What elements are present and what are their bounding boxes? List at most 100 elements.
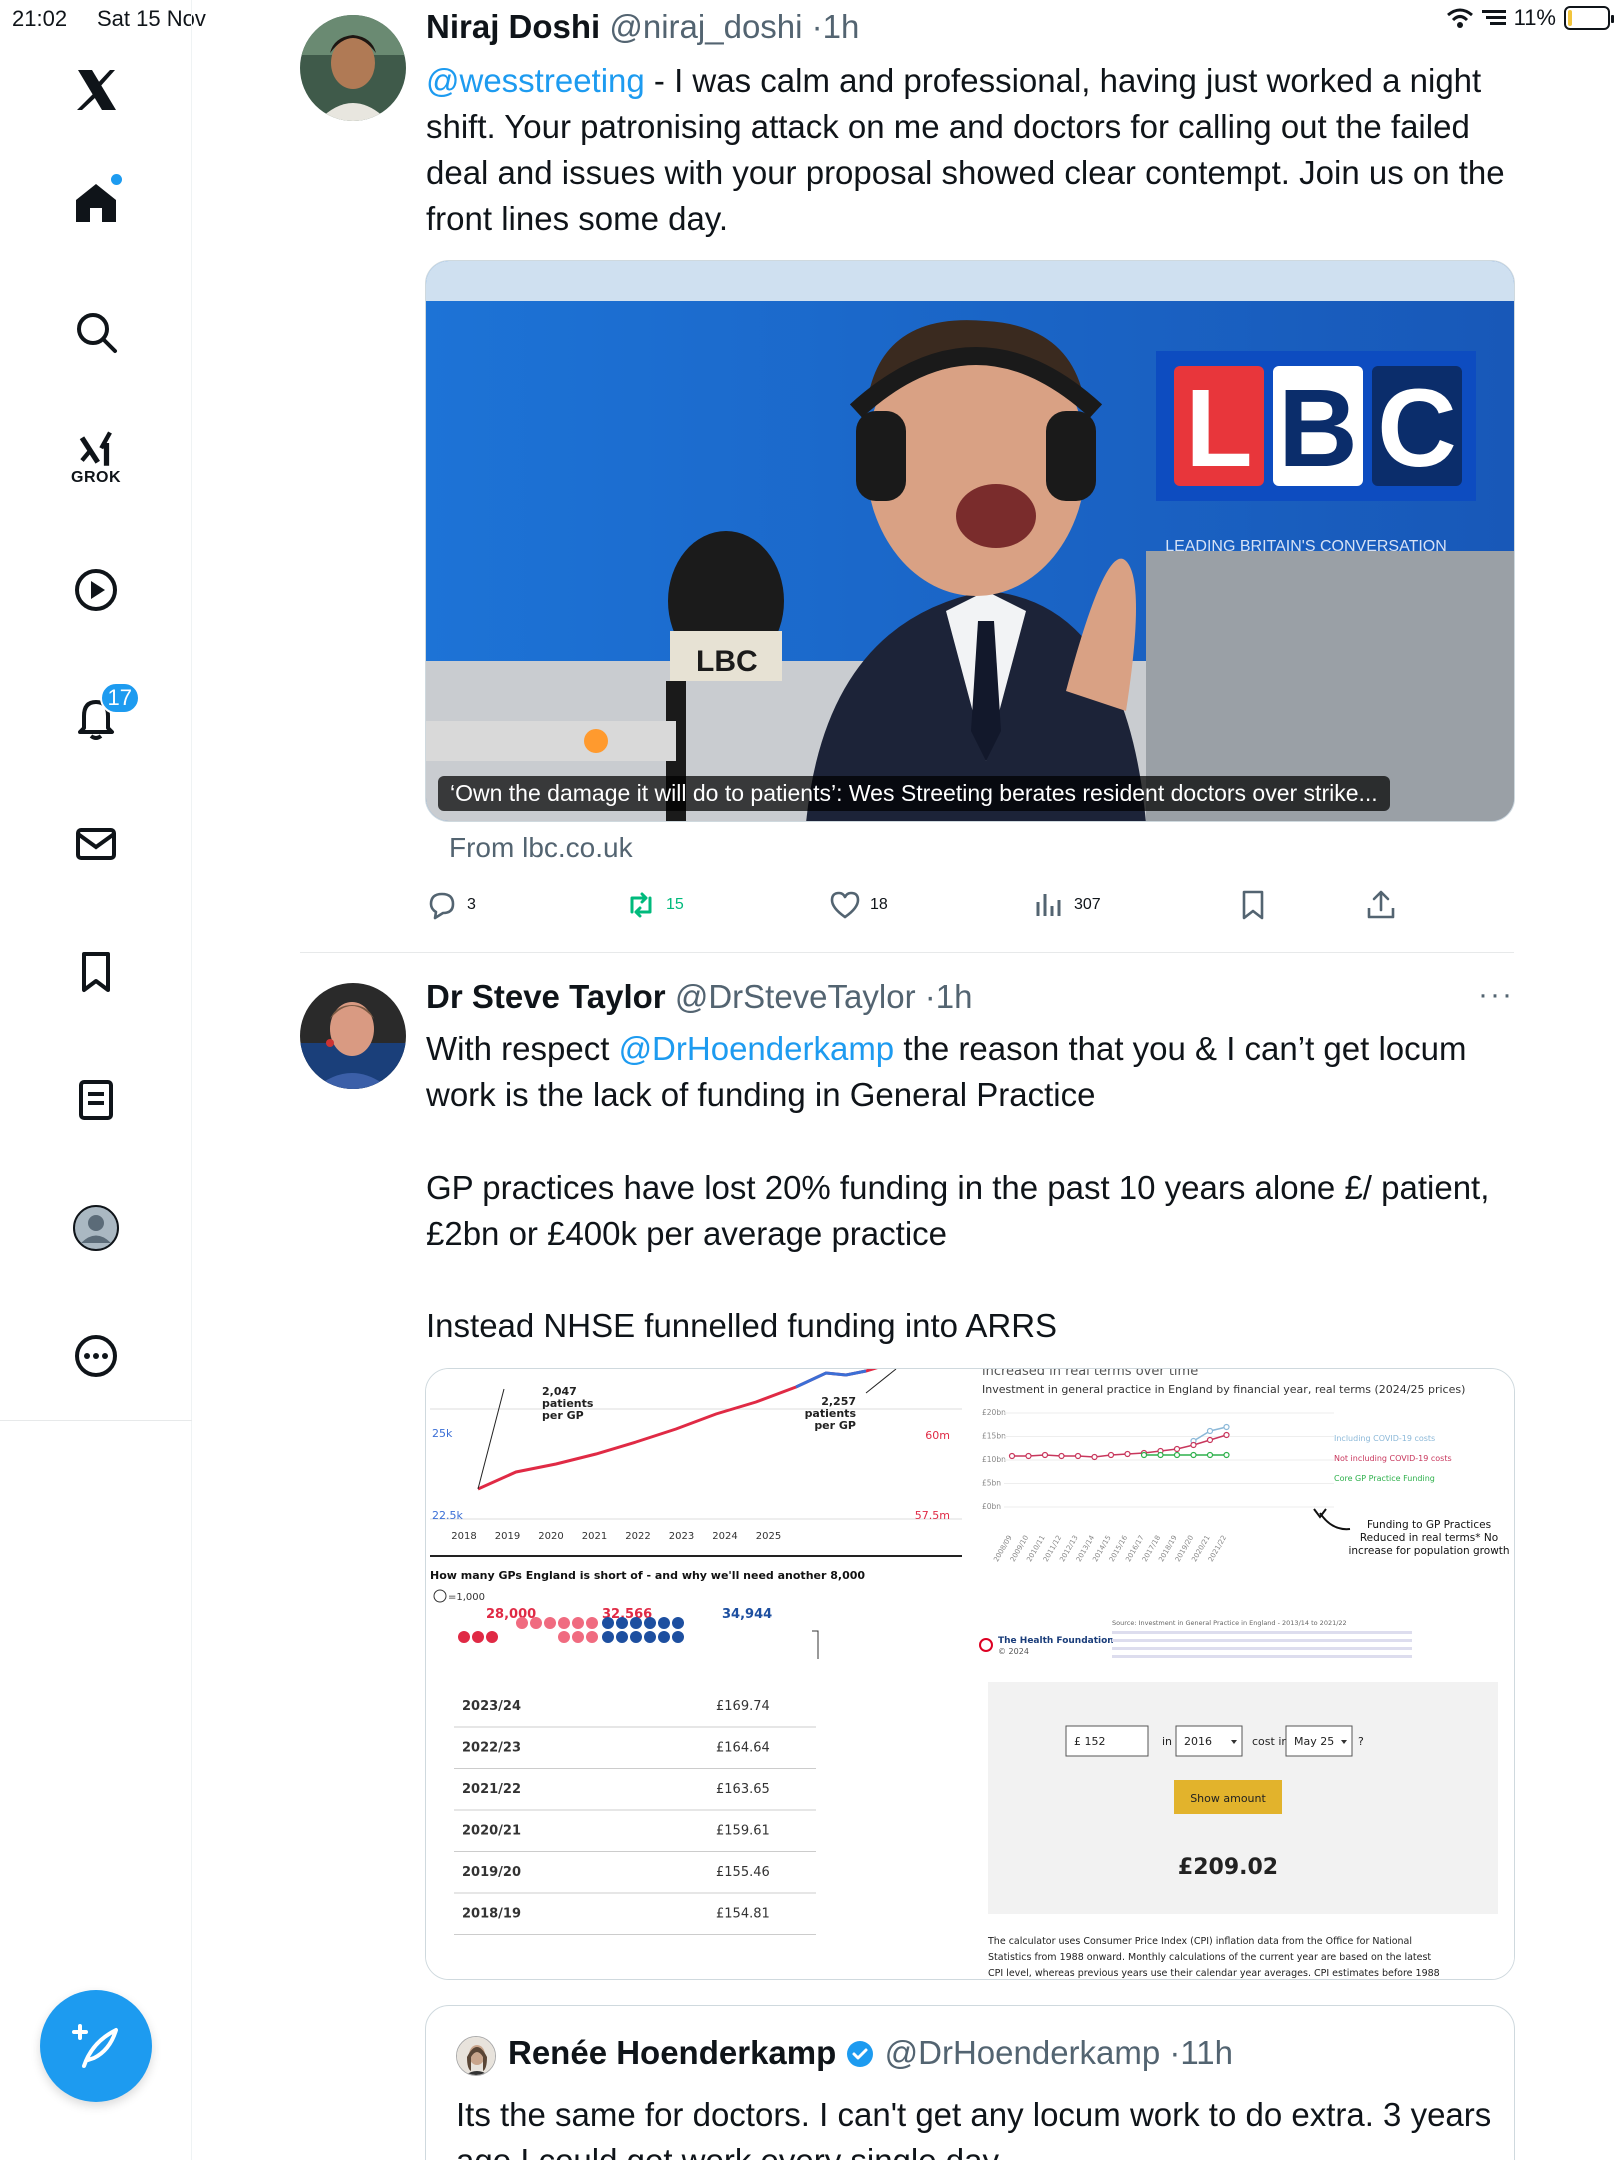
- y-tick: £0bn: [982, 1502, 1001, 1511]
- in-label: in: [1162, 1735, 1172, 1748]
- search-icon: [77, 313, 117, 353]
- play-icon: [75, 569, 117, 611]
- link-card-image[interactable]: L B C LEADING BRITAIN'S CONVERSATION LBC…: [425, 260, 1515, 822]
- table-value: £159.61: [716, 1824, 770, 1839]
- image-investment-chart[interactable]: increased in real terms over time Invest…: [974, 1369, 1514, 1674]
- mention-link[interactable]: @wesstreeting: [426, 62, 645, 99]
- notifications-badge: 17: [99, 682, 140, 714]
- sidebar-item-lists[interactable]: [56, 1060, 136, 1140]
- including-covid-point: [1223, 1423, 1230, 1431]
- y-tick: £15bn: [982, 1432, 1006, 1441]
- footer-year: © 2024: [998, 1647, 1029, 1656]
- wifi-icon: [1446, 8, 1473, 28]
- lbc-logo-b: B: [1278, 367, 1357, 490]
- core-funding-point: [1190, 1451, 1197, 1459]
- sidebar: GROK 17: [0, 0, 192, 2160]
- count-1: 28,000: [486, 1607, 536, 1622]
- home-icon: [76, 184, 116, 222]
- legend-including: Including COVID-19 costs: [1334, 1434, 1435, 1443]
- link-source[interactable]: From lbc.co.uk: [449, 832, 633, 864]
- quoted-tweet[interactable]: Renée Hoenderkamp @DrHoenderkamp ·11h It…: [425, 2005, 1515, 2160]
- sidebar-item-video[interactable]: [56, 550, 136, 630]
- profile-icon: [73, 1205, 119, 1251]
- media-grid[interactable]: 2,047 patients per GP 2,257 patients per GP …: [425, 1368, 1515, 1980]
- author-name[interactable]: Niraj Doshi: [426, 8, 600, 45]
- not-including-covid-point: [1058, 1452, 1065, 1460]
- not-including-covid-point: [1190, 1441, 1197, 1449]
- like-button[interactable]: 18: [828, 888, 888, 922]
- not-including-covid-point: [1124, 1450, 1131, 1458]
- including-covid-point: [1206, 1427, 1214, 1435]
- calc-note-2: Statistics from 1988 onward. Monthly cal…: [988, 1952, 1431, 1963]
- count-dot: [630, 1631, 642, 1643]
- sidebar-item-bookmarks[interactable]: [56, 932, 136, 1012]
- tweet-time[interactable]: 1h: [936, 978, 973, 1015]
- not-including-covid-point: [1223, 1431, 1230, 1439]
- quoted-author-name: Renée Hoenderkamp: [508, 2034, 837, 2071]
- label-2047-line: per GP: [542, 1409, 584, 1422]
- sidebar-item-grok[interactable]: GROK: [56, 418, 136, 498]
- avatar[interactable]: [300, 983, 406, 1089]
- sidebar-item-home[interactable]: [56, 162, 136, 242]
- avatar[interactable]: [300, 15, 406, 121]
- count-dot: [616, 1617, 628, 1629]
- more-options-button[interactable]: ···: [1478, 978, 1514, 1012]
- sidebar-item-explore[interactable]: [56, 292, 136, 372]
- count-dot: [558, 1631, 570, 1643]
- table-year: 2021/22: [462, 1782, 521, 1797]
- tweet-paragraph-3: Instead NHSE funnelled funding into ARRS: [426, 1307, 1058, 1344]
- views-icon: [1036, 894, 1061, 916]
- table-year: 2018/19: [462, 1907, 521, 1922]
- tweet-divider: [300, 952, 1514, 953]
- bookmark-button[interactable]: [1236, 888, 1270, 922]
- count-dot: [572, 1617, 584, 1629]
- compose-button[interactable]: [40, 1990, 152, 2102]
- count-dot: [586, 1617, 598, 1629]
- year-label: 2018: [451, 1531, 476, 1542]
- reply-button[interactable]: 3: [425, 888, 476, 922]
- signal-list-icon: [1481, 10, 1506, 25]
- sidebar-item-notifications[interactable]: 17: [56, 678, 140, 758]
- image-inflation-calculator[interactable]: £ 152 in 2016 cost in May 25 ? Show amou…: [974, 1674, 1514, 1979]
- count-dot: [458, 1631, 470, 1643]
- tweet-time[interactable]: 1h: [823, 8, 860, 45]
- image-funding-table[interactable]: 2023/24 £169.74 2022/23 £164.64 2021/22 £163.…: [426, 1674, 968, 1979]
- count-dot: [486, 1631, 498, 1643]
- table-year: 2019/20: [462, 1865, 521, 1880]
- year-label: 2019: [495, 1531, 520, 1542]
- author-handle[interactable]: @DrSteveTaylor: [675, 978, 916, 1015]
- count-dot: [602, 1617, 614, 1629]
- tweet-header: Dr Steve Taylor @DrSteveTaylor ·1h: [426, 978, 972, 1016]
- quoted-avatar: [456, 2036, 496, 2076]
- list-icon: [79, 1080, 113, 1120]
- share-button[interactable]: [1364, 888, 1398, 922]
- verified-badge-icon: [847, 2041, 874, 2067]
- tweet-paragraph-2: GP practices have lost 20% funding in th…: [426, 1169, 1490, 1252]
- count-dot: [644, 1617, 656, 1629]
- image-gp-patients-chart[interactable]: 2,047 patients per GP 2,257 patients per GP …: [426, 1369, 968, 1674]
- core-funding-point: [1173, 1451, 1181, 1459]
- target-select: May 25: [1294, 1735, 1334, 1748]
- quoted-author-handle: @DrHoenderkamp: [884, 2034, 1161, 2071]
- sidebar-item-messages[interactable]: [56, 804, 136, 884]
- sidebar-item-profile[interactable]: [56, 1188, 136, 1268]
- sidebar-item-more[interactable]: [56, 1316, 136, 1396]
- author-name[interactable]: Dr Steve Taylor: [426, 978, 666, 1015]
- mention-link[interactable]: @DrHoenderkamp: [619, 1030, 895, 1067]
- quoted-header: Renée Hoenderkamp @DrHoenderkamp ·11h: [508, 2034, 1233, 2072]
- count-dot: [672, 1617, 684, 1629]
- count-dot: [544, 1617, 556, 1629]
- legend-not-including: Not including COVID-19 costs: [1334, 1454, 1452, 1463]
- author-handle[interactable]: @niraj_doshi: [609, 8, 802, 45]
- count-dot: [602, 1631, 614, 1643]
- year-labels: 2018 2019 2020 2021 2022 2023 2024 2025: [451, 1531, 781, 1542]
- tweet-separator: ·: [811, 8, 823, 45]
- grok-label: GROK: [71, 469, 121, 486]
- not-including-covid-point: [1025, 1452, 1032, 1460]
- table-year: 2022/23: [462, 1741, 521, 1756]
- repost-button[interactable]: 15: [624, 888, 684, 922]
- count-dot: [658, 1617, 670, 1629]
- x-logo-icon[interactable]: [56, 50, 136, 130]
- cost-in-label: cost in: [1252, 1735, 1288, 1748]
- views-button[interactable]: 307: [1032, 888, 1101, 922]
